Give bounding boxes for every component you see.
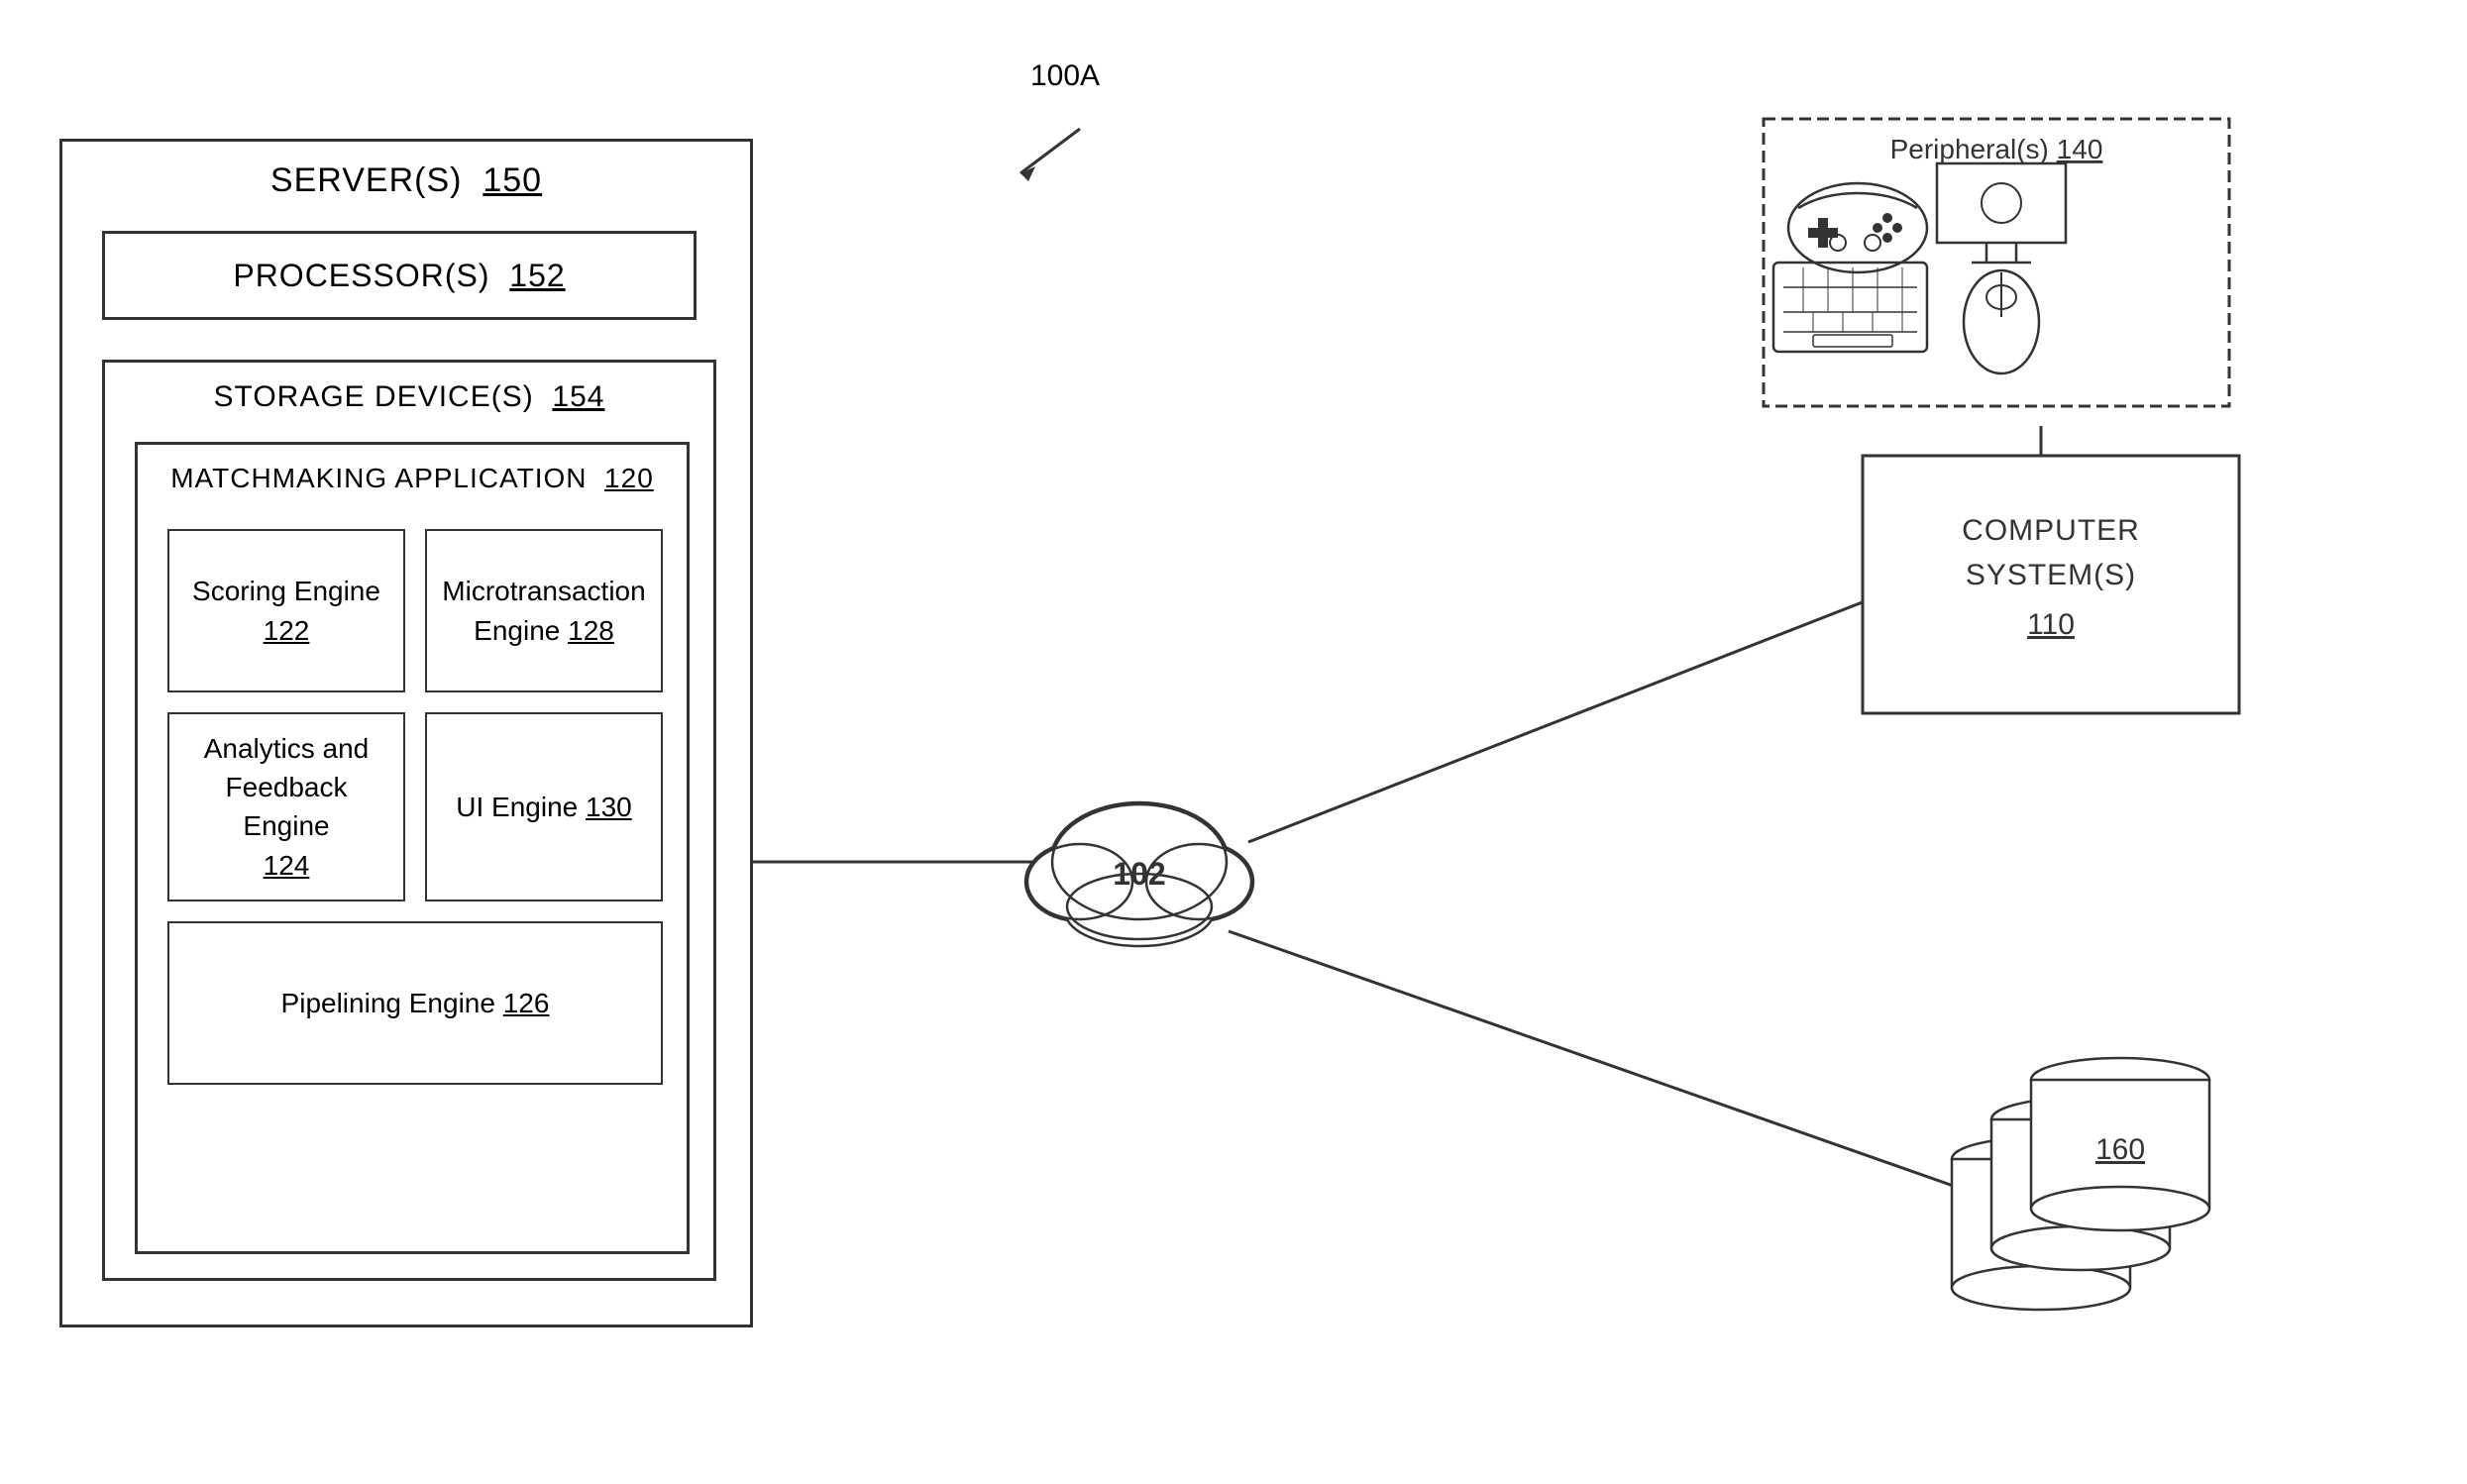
svg-text:110: 110 <box>2027 608 2075 641</box>
pipelining-engine-box: Pipelining Engine 126 <box>167 921 663 1085</box>
processor-ref: 152 <box>509 258 565 293</box>
svg-text:160: 160 <box>2095 1133 2145 1166</box>
svg-text:102: 102 <box>1113 856 1165 892</box>
ref-100a-label: 100A <box>1030 59 1100 93</box>
storage-box: STORAGE DEVICE(S) 154 MATCHMAKING APPLIC… <box>102 360 716 1281</box>
ui-engine-box: UI Engine 130 <box>425 712 663 901</box>
microtransaction-engine-label: MicrotransactionEngine 128 <box>442 572 645 649</box>
network-cloud: 102 <box>1025 802 1253 946</box>
processor-label: PROCESSOR(S) 152 <box>233 258 565 294</box>
svg-text:SYSTEM(S): SYSTEM(S) <box>1966 559 2136 591</box>
server-box: SERVER(S) 150 PROCESSOR(S) 152 STORAGE D… <box>59 139 753 1327</box>
matchmaking-ref: 120 <box>604 463 654 493</box>
ref-100a-text: 100A <box>1030 59 1100 92</box>
analytics-engine-label: Analytics andFeedback Engine124 <box>184 729 388 885</box>
matchmaking-label-text: MATCHMAKING APPLICATION <box>170 463 587 493</box>
pipelining-engine-label: Pipelining Engine 126 <box>281 984 550 1022</box>
processor-box: PROCESSOR(S) 152 <box>102 231 697 320</box>
svg-text:Peripheral(s) 140: Peripheral(s) 140 <box>1890 134 2103 164</box>
matchmaking-box: MATCHMAKING APPLICATION 120 Scoring Engi… <box>135 442 690 1254</box>
scoring-engine-label: Scoring Engine122 <box>192 572 380 649</box>
microtransaction-engine-box: MicrotransactionEngine 128 <box>425 529 663 692</box>
storage-label: STORAGE DEVICE(S) 154 <box>214 380 605 414</box>
storage-ref: 154 <box>552 380 604 413</box>
scoring-engine-box: Scoring Engine122 <box>167 529 405 692</box>
storage-label-text: STORAGE DEVICE(S) <box>214 380 534 413</box>
diagram-container: 100A SERVER(S) 150 PROCESSOR(S) 152 STOR… <box>0 0 2467 1484</box>
engine-grid: Scoring Engine122 MicrotransactionEngine… <box>158 519 673 1095</box>
server-ref: 150 <box>483 161 542 199</box>
processor-label-text: PROCESSOR(S) <box>233 258 489 293</box>
ui-engine-label: UI Engine 130 <box>456 788 631 826</box>
matchmaking-label: MATCHMAKING APPLICATION 120 <box>170 463 654 494</box>
analytics-engine-box: Analytics andFeedback Engine124 <box>167 712 405 901</box>
svg-text:COMPUTER: COMPUTER <box>1962 514 2140 547</box>
server-label-text: SERVER(S) <box>270 161 463 199</box>
server-label: SERVER(S) 150 <box>270 161 542 200</box>
